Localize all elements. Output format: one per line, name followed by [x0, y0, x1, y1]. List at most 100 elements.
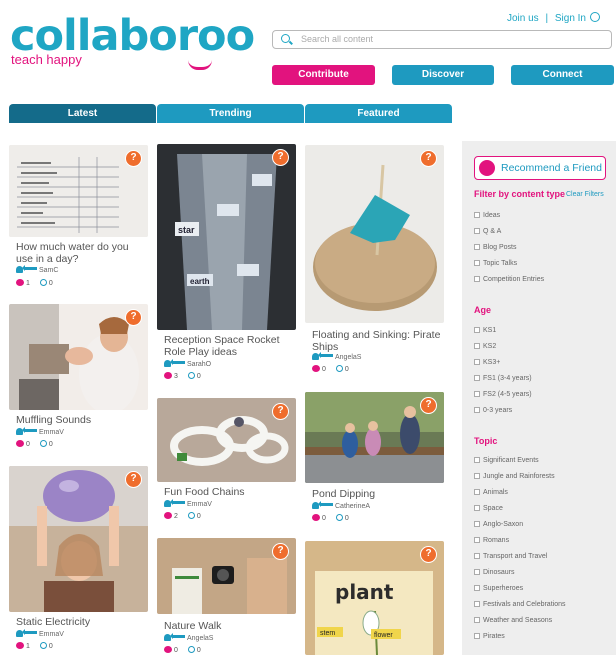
- tab-featured[interactable]: Featured: [305, 104, 452, 123]
- filter-option[interactable]: KS2: [474, 342, 496, 352]
- checkbox[interactable]: [474, 228, 480, 234]
- checkbox[interactable]: [474, 391, 480, 397]
- card-title[interactable]: Floating and Sinking: Pirate Ships: [312, 329, 442, 353]
- checkbox[interactable]: [474, 569, 480, 575]
- share-arrow-icon: [22, 629, 37, 635]
- filter-option[interactable]: Festivals and Celebrations: [474, 600, 566, 610]
- comments-icon: [335, 514, 343, 521]
- content-card[interactable]: ? Nature Walk AngelaS 0 0: [157, 538, 296, 655]
- checkbox[interactable]: [474, 505, 480, 511]
- card-title[interactable]: Pond Dipping: [312, 488, 442, 500]
- checkbox[interactable]: [474, 212, 480, 218]
- likes-count: 3: [173, 373, 178, 380]
- checkbox[interactable]: [474, 553, 480, 559]
- filter-option[interactable]: Animals: [474, 488, 508, 498]
- logo[interactable]: collaboroo teach happy: [10, 14, 255, 70]
- filter-option[interactable]: Ideas: [474, 211, 500, 221]
- card-author: EmmaV: [164, 499, 212, 509]
- likes-count: 0: [321, 515, 326, 522]
- card-title[interactable]: Muffling Sounds: [16, 414, 146, 426]
- likes-count: 2: [173, 513, 178, 520]
- checkbox[interactable]: [474, 260, 480, 266]
- author-name[interactable]: EmmaV: [187, 501, 212, 508]
- content-card[interactable]: ? How much water do you use in a day? Sa…: [9, 145, 148, 290]
- filter-age-heading: Age: [474, 305, 492, 315]
- checkbox[interactable]: [474, 457, 480, 463]
- filter-option[interactable]: KS3+: [474, 358, 500, 368]
- checkbox[interactable]: [474, 521, 480, 527]
- sign-in-link[interactable]: Sign In: [555, 13, 586, 24]
- checkbox[interactable]: [474, 327, 480, 333]
- filter-option[interactable]: KS1: [474, 326, 496, 336]
- checkbox[interactable]: [474, 489, 480, 495]
- content-card[interactable]: ? Floating and Sinking: Pirate Ships Ang…: [305, 145, 444, 380]
- content-card[interactable]: ? Pond Dipping CatherineA 0 0: [305, 392, 444, 527]
- filter-option[interactable]: Superheroes: [474, 584, 523, 594]
- filter-option[interactable]: Q & A: [474, 227, 501, 237]
- checkbox[interactable]: [474, 633, 480, 639]
- author-name[interactable]: AngelaS: [187, 635, 213, 642]
- filter-option[interactable]: FS2 (4-5 years): [474, 390, 532, 400]
- filter-option[interactable]: Dinosaurs: [474, 568, 515, 578]
- share-arrow-icon: [22, 427, 37, 433]
- filter-option[interactable]: Transport and Travel: [474, 552, 547, 562]
- author-name[interactable]: EmmaV: [39, 631, 64, 638]
- author-name[interactable]: SamC: [39, 267, 58, 274]
- card-title[interactable]: Fun Food Chains: [164, 486, 294, 498]
- checkbox[interactable]: [474, 343, 480, 349]
- content-card[interactable]: ? Muffling Sounds EmmaV 0 0: [9, 304, 148, 454]
- checkbox[interactable]: [474, 601, 480, 607]
- checkbox[interactable]: [474, 375, 480, 381]
- checkbox[interactable]: [474, 407, 480, 413]
- contribute-button[interactable]: Contribute: [272, 65, 375, 85]
- filter-option[interactable]: Weather and Seasons: [474, 616, 552, 626]
- share-arrow-icon: [318, 352, 333, 358]
- card-title[interactable]: Nature Walk: [164, 620, 294, 632]
- recommend-friend-button[interactable]: Recommend a Friend: [474, 156, 606, 180]
- discover-button[interactable]: Discover: [392, 65, 494, 85]
- filter-option[interactable]: Significant Events: [474, 456, 539, 466]
- checkbox[interactable]: [474, 585, 480, 591]
- tab-latest[interactable]: Latest: [9, 104, 156, 123]
- content-card[interactable]: ? Static Electricity EmmaV 1 0: [9, 466, 148, 655]
- card-title[interactable]: How much water do you use in a day?: [16, 241, 146, 265]
- checkbox[interactable]: [474, 537, 480, 543]
- user-icon[interactable]: [590, 12, 600, 22]
- author-name[interactable]: EmmaV: [39, 429, 64, 436]
- content-card[interactable]: star earth ? Reception Space Rocket Role…: [157, 144, 296, 384]
- likes-count: 0: [25, 441, 30, 448]
- clear-filters-link[interactable]: Clear Filters: [566, 191, 604, 198]
- card-stats: 1 0: [16, 642, 53, 651]
- filter-option[interactable]: FS1 (3-4 years): [474, 374, 532, 384]
- idea-badge-icon: ?: [420, 397, 437, 414]
- filter-label: Transport and Travel: [483, 553, 548, 560]
- card-title[interactable]: Reception Space Rocket Role Play ideas: [164, 334, 294, 358]
- filter-option[interactable]: Anglo-Saxon: [474, 520, 523, 530]
- filter-option[interactable]: Pirates: [474, 632, 505, 642]
- author-name[interactable]: SarahO: [187, 361, 211, 368]
- checkbox[interactable]: [474, 617, 480, 623]
- connect-button[interactable]: Connect: [511, 65, 614, 85]
- card-author: EmmaV: [16, 629, 64, 639]
- filter-option[interactable]: Space: [474, 504, 503, 514]
- checkbox[interactable]: [474, 244, 480, 250]
- filter-label: Significant Events: [483, 457, 539, 464]
- card-author: SarahO: [164, 359, 211, 369]
- filter-option[interactable]: Blog Posts: [474, 243, 516, 253]
- filter-option[interactable]: Jungle and Rainforests: [474, 472, 555, 482]
- checkbox[interactable]: [474, 276, 480, 282]
- content-card[interactable]: plant stem flower ?: [305, 541, 444, 655]
- filter-option[interactable]: Topic Talks: [474, 259, 517, 269]
- search-input[interactable]: Search all content: [272, 30, 612, 49]
- filter-option[interactable]: Competition Entries: [474, 275, 544, 285]
- filter-option[interactable]: Romans: [474, 536, 509, 546]
- card-title[interactable]: Static Electricity: [16, 616, 146, 628]
- join-us-link[interactable]: Join us: [507, 13, 539, 24]
- tab-trending[interactable]: Trending: [157, 104, 304, 123]
- filter-option[interactable]: 0-3 years: [474, 406, 512, 416]
- checkbox[interactable]: [474, 473, 480, 479]
- checkbox[interactable]: [474, 359, 480, 365]
- author-name[interactable]: CatherineA: [335, 503, 370, 510]
- content-card[interactable]: ? Fun Food Chains EmmaV 2 0: [157, 398, 296, 523]
- author-name[interactable]: AngelaS: [335, 354, 361, 361]
